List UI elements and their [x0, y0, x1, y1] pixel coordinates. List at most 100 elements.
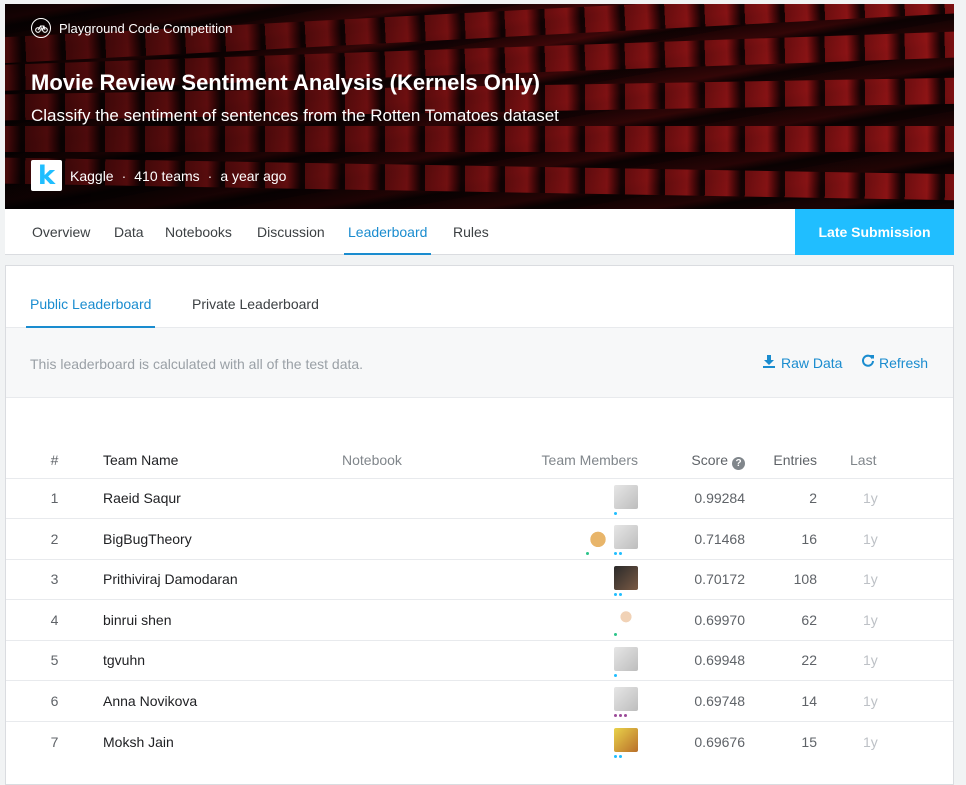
notebook-cell — [342, 559, 492, 600]
rank-cell: 2 — [50, 530, 59, 547]
member-avatar[interactable] — [614, 728, 638, 758]
last-cell: 1y — [863, 692, 878, 709]
refresh-button[interactable]: Refresh — [861, 354, 928, 371]
tab-overview[interactable]: Overview — [32, 209, 90, 255]
kaggle-logo[interactable]: k — [31, 160, 62, 191]
score-cell: 0.71468 — [694, 530, 745, 547]
team-name-cell[interactable]: Prithiviraj Damodaran — [103, 559, 342, 600]
col-entries: Entries — [773, 452, 817, 468]
member-avatar[interactable] — [614, 484, 638, 515]
table-row: 5 tgvuhn 0.69948 22 1y — [6, 640, 953, 681]
refresh-label: Refresh — [879, 354, 929, 371]
notebook-cell — [342, 478, 492, 519]
competition-type: Playground Code Competition — [31, 18, 232, 38]
tab-discussion[interactable]: Discussion — [257, 209, 325, 255]
team-name-cell[interactable]: BigBugTheory — [103, 519, 342, 560]
notebook-cell — [342, 721, 492, 762]
last-cell: 1y — [863, 652, 878, 669]
col-score-label: Score — [691, 452, 728, 468]
team-members-cell — [492, 640, 638, 681]
tab-private-leaderboard[interactable]: Private Leaderboard — [192, 266, 319, 328]
rank-cell: 6 — [50, 692, 59, 709]
score-cell: 0.70172 — [694, 571, 745, 588]
team-members-cell — [492, 721, 638, 762]
raw-data-label: Raw Data — [781, 354, 843, 371]
last-cell: 1y — [863, 571, 878, 588]
bicycle-icon — [31, 18, 51, 38]
download-icon — [762, 354, 776, 371]
member-avatar[interactable] — [614, 565, 638, 596]
member-avatar[interactable] — [614, 646, 638, 677]
member-avatar[interactable] — [614, 525, 638, 556]
competition-header: Playground Code Competition Movie Review… — [5, 4, 954, 209]
tab-rules[interactable]: Rules — [453, 209, 489, 255]
table-row: 3 Prithiviraj Damodaran 0.70172 108 1y — [6, 559, 953, 600]
team-members-cell — [492, 600, 638, 641]
team-members-cell — [492, 478, 638, 519]
team-name-cell[interactable]: tgvuhn — [103, 640, 342, 681]
score-cell: 0.69970 — [694, 611, 745, 628]
competition-tabs: Overview Data Notebooks Discussion Leade… — [5, 209, 954, 255]
tab-leaderboard[interactable]: Leaderboard — [343, 209, 432, 255]
rank-cell: 3 — [50, 571, 59, 588]
last-cell: 1y — [863, 733, 878, 750]
member-avatar[interactable] — [586, 525, 610, 556]
team-name-cell[interactable]: Moksh Jain — [103, 721, 342, 762]
col-team-name: Team Name — [103, 452, 179, 468]
col-team-members: Team Members — [541, 452, 638, 468]
team-count[interactable]: 410 teams — [134, 168, 199, 184]
rank-cell: 1 — [50, 490, 59, 507]
table-row: 6 Anna Novikova 0.69748 14 1y — [6, 680, 953, 722]
score-cell: 0.99284 — [694, 490, 745, 507]
entries-cell: 2 — [809, 490, 817, 507]
time-ago: a year ago — [220, 167, 287, 184]
last-cell: 1y — [863, 530, 878, 547]
tab-public-leaderboard[interactable]: Public Leaderboard — [25, 266, 156, 328]
page-title: Movie Review Sentiment Analysis (Kernels… — [31, 70, 541, 95]
team-name-cell[interactable]: Anna Novikova — [103, 681, 342, 722]
rank-cell: 5 — [50, 652, 59, 669]
entries-cell: 15 — [801, 733, 817, 750]
separator: · — [121, 167, 127, 184]
team-name-cell[interactable]: binrui shen — [103, 600, 342, 641]
score-cell: 0.69676 — [694, 733, 745, 750]
member-avatar[interactable] — [614, 606, 638, 637]
notebook-cell — [342, 640, 492, 681]
last-cell: 1y — [863, 611, 878, 628]
tab-data[interactable]: Data — [114, 209, 144, 255]
team-name-cell[interactable]: Raeid Saqur — [103, 478, 342, 519]
leaderboard-info-bar: This leaderboard is calculated with all … — [6, 328, 953, 398]
table-row: 4 binrui shen 0.69970 62 1y — [6, 599, 953, 641]
notebook-cell — [342, 519, 492, 560]
separator: · — [207, 167, 213, 184]
host-name[interactable]: Kaggle — [70, 168, 114, 184]
competition-type-label: Playground Code Competition — [59, 20, 233, 36]
score-cell: 0.69948 — [694, 652, 745, 669]
notebook-cell — [342, 681, 492, 722]
entries-cell: 62 — [801, 611, 817, 628]
col-score[interactable]: Score? — [638, 452, 745, 478]
table-row: 2 BigBugTheory 0.71468 16 1y — [6, 518, 953, 560]
team-members-cell — [492, 559, 638, 600]
page-subtitle: Classify the sentiment of sentences from… — [31, 106, 559, 125]
score-cell: 0.69748 — [694, 692, 745, 709]
team-members-cell — [492, 681, 638, 722]
entries-cell: 22 — [801, 652, 817, 669]
raw-data-button[interactable]: Raw Data — [762, 354, 842, 371]
help-icon[interactable]: ? — [732, 457, 745, 470]
table-row: 1 Raeid Saqur 0.99284 2 1y — [6, 478, 953, 519]
member-avatar[interactable] — [614, 687, 638, 718]
late-submission-button[interactable]: Late Submission — [795, 209, 954, 255]
table-header: # Team Name Notebook Team Members Score?… — [6, 452, 953, 478]
leaderboard-info-text: This leaderboard is calculated with all … — [30, 356, 364, 372]
refresh-icon — [861, 354, 875, 371]
tab-notebooks[interactable]: Notebooks — [165, 209, 232, 255]
entries-cell: 16 — [801, 530, 817, 547]
entries-cell: 14 — [801, 692, 817, 709]
rank-cell: 7 — [50, 733, 59, 750]
entries-cell: 108 — [793, 571, 817, 588]
notebook-cell — [342, 600, 492, 641]
leaderboard-subtabs: Public Leaderboard Private Leaderboard — [6, 266, 953, 328]
col-rank: # — [50, 452, 59, 468]
col-notebook: Notebook — [342, 452, 402, 468]
